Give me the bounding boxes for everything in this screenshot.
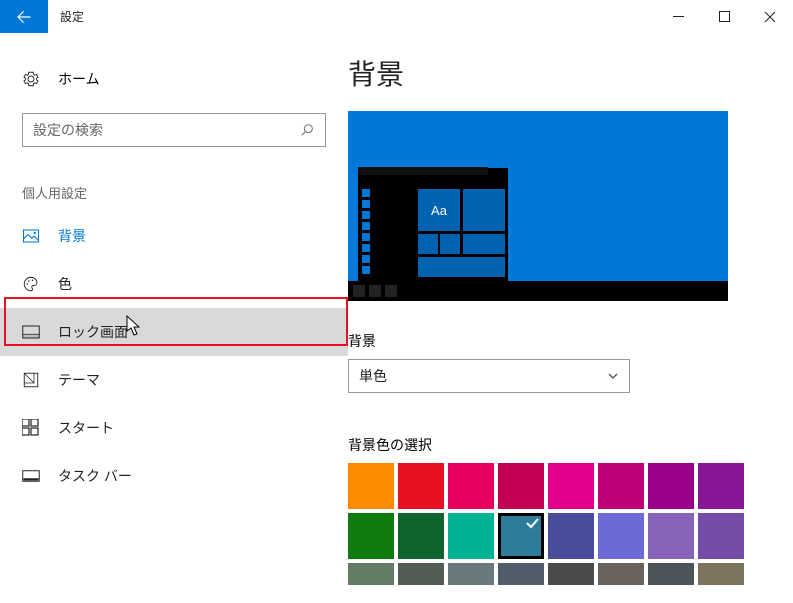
search-placeholder: 設定の検索: [33, 120, 299, 140]
minimize-icon: [673, 11, 684, 22]
color-swatch[interactable]: [448, 463, 494, 509]
color-swatch[interactable]: [548, 513, 594, 559]
color-swatch[interactable]: [448, 513, 494, 559]
color-swatch[interactable]: [698, 513, 744, 559]
color-swatch[interactable]: [698, 463, 744, 509]
nav-label: テーマ: [58, 370, 100, 390]
search-icon: [299, 122, 315, 138]
lockscreen-icon: [22, 325, 40, 339]
color-swatch[interactable]: [348, 563, 394, 585]
color-swatch[interactable]: [548, 463, 594, 509]
color-swatch[interactable]: [448, 563, 494, 585]
palette-icon: [22, 275, 40, 293]
nav-item-colors[interactable]: 色: [0, 260, 348, 308]
color-swatch[interactable]: [498, 563, 544, 585]
desktop-preview: Aa: [348, 111, 728, 301]
nav-label: タスク バー: [58, 466, 132, 486]
color-swatch[interactable]: [398, 513, 444, 559]
background-label: 背景: [348, 331, 793, 351]
titlebar: 設定: [0, 0, 793, 33]
main-content: 背景 Aa 背景 単色 背景色の選択: [348, 33, 793, 585]
color-swatch-selected[interactable]: [498, 513, 544, 559]
color-swatch[interactable]: [398, 563, 444, 585]
sidebar: ホーム 設定の検索 個人用設定 背景 色 ロック画面 テーマ スタート タスク …: [0, 33, 348, 500]
category-header: 個人用設定: [0, 147, 348, 212]
picture-icon: [22, 227, 40, 245]
nav-label: スタート: [58, 418, 114, 438]
app-title: 設定: [48, 0, 84, 33]
nav-item-lockscreen[interactable]: ロック画面: [0, 308, 348, 356]
window-controls: [655, 0, 793, 33]
page-title: 背景: [348, 53, 793, 111]
color-swatches: [348, 463, 744, 585]
nav-label: 背景: [58, 226, 86, 246]
arrow-left-icon: [15, 8, 33, 26]
color-swatch[interactable]: [598, 463, 644, 509]
color-swatch[interactable]: [548, 563, 594, 585]
home-nav[interactable]: ホーム: [0, 63, 348, 105]
color-swatch[interactable]: [398, 463, 444, 509]
color-swatch[interactable]: [348, 463, 394, 509]
maximize-button[interactable]: [701, 0, 747, 33]
gear-icon: [22, 70, 40, 88]
maximize-icon: [719, 11, 730, 22]
color-swatch[interactable]: [498, 463, 544, 509]
chevron-down-icon: [607, 370, 619, 382]
color-swatch[interactable]: [598, 513, 644, 559]
nav-item-start[interactable]: スタート: [0, 404, 348, 452]
taskbar-icon: [22, 470, 40, 482]
back-button[interactable]: [0, 0, 48, 33]
color-swatch[interactable]: [648, 463, 694, 509]
start-icon: [22, 419, 40, 437]
search-input[interactable]: 設定の検索: [22, 113, 326, 147]
close-icon: [764, 11, 776, 23]
color-swatch[interactable]: [598, 563, 644, 585]
background-dropdown[interactable]: 単色: [348, 359, 630, 393]
home-label: ホーム: [58, 69, 100, 89]
nav-label: ロック画面: [58, 322, 128, 342]
nav-item-themes[interactable]: テーマ: [0, 356, 348, 404]
color-swatch[interactable]: [648, 513, 694, 559]
theme-icon: [22, 371, 40, 389]
preview-sample-text: Aa: [418, 189, 460, 231]
nav-item-background[interactable]: 背景: [0, 212, 348, 260]
dropdown-value: 単色: [359, 366, 387, 386]
check-icon: [524, 515, 540, 531]
minimize-button[interactable]: [655, 0, 701, 33]
color-swatch[interactable]: [348, 513, 394, 559]
color-swatch[interactable]: [648, 563, 694, 585]
nav-item-taskbar[interactable]: タスク バー: [0, 452, 348, 500]
color-select-label: 背景色の選択: [348, 435, 793, 455]
close-button[interactable]: [747, 0, 793, 33]
color-swatch[interactable]: [698, 563, 744, 585]
nav-label: 色: [58, 274, 72, 294]
